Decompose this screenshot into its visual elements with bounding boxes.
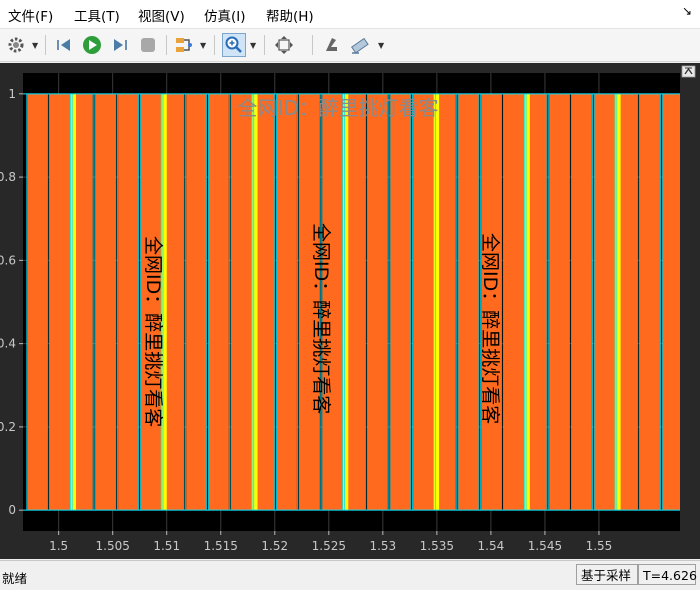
x-tick-label: 1.5 xyxy=(49,539,68,553)
status-ready: 就绪 xyxy=(2,571,28,586)
zoom-in-icon[interactable] xyxy=(222,33,246,57)
x-tick-label: 1.505 xyxy=(96,539,130,553)
step-forward-icon[interactable] xyxy=(108,33,132,57)
signal-select-icon[interactable] xyxy=(172,33,196,57)
toolbar-separator xyxy=(214,35,215,55)
x-tick-label: 1.53 xyxy=(369,539,396,553)
signal-bar xyxy=(118,93,139,511)
toolbar-separator xyxy=(312,35,313,55)
undock-arrow-icon[interactable]: ↘ xyxy=(682,4,692,18)
chevron-down-icon[interactable]: ▼ xyxy=(32,41,38,50)
toolbar-separator xyxy=(264,35,265,55)
highlight-icon[interactable] xyxy=(348,33,372,57)
y-tick-label: 0.6 xyxy=(0,253,16,267)
signal-bar xyxy=(640,93,660,511)
y-tick-label: 0.2 xyxy=(0,420,16,434)
signal-bar xyxy=(95,93,116,511)
y-tick-label: 0.4 xyxy=(0,337,16,351)
toolbar: ▼ ▼ ▼ ▼ xyxy=(0,29,700,62)
signal-bar xyxy=(231,93,252,511)
x-tick-label: 1.54 xyxy=(478,539,505,553)
x-tick-label: 1.535 xyxy=(420,539,454,553)
signal-bar xyxy=(186,93,207,511)
menu-file[interactable]: 文件(F) xyxy=(8,5,53,25)
y-tick-label: 0 xyxy=(8,503,16,517)
menu-view[interactable]: 视图(V) xyxy=(138,5,185,25)
sample-mode: 基于采样 xyxy=(576,564,638,585)
scope-plot[interactable]: 1.5 1.505 1.51 1.515 1.52 1.525 1.53 1.535 1.54 1… xyxy=(0,63,700,559)
menu-help[interactable]: 帮助(H) xyxy=(266,5,314,25)
watermark-text: 全网ID：醉里挑灯看客 xyxy=(142,236,164,427)
toolbar-separator xyxy=(166,35,167,55)
x-tick-label: 1.55 xyxy=(586,539,613,553)
signal-bar xyxy=(549,93,570,511)
gear-icon[interactable] xyxy=(4,33,28,57)
signal-bar xyxy=(523,93,530,511)
signal-bar xyxy=(458,93,479,511)
menu-tools[interactable]: 工具(T) xyxy=(74,5,120,25)
x-tick-label: 1.51 xyxy=(153,539,180,553)
watermark-text: 全网ID：醉里挑灯看客 xyxy=(310,223,332,414)
signal-bar xyxy=(614,93,621,511)
menu-simulation[interactable]: 仿真(I) xyxy=(204,5,246,25)
signal-bar xyxy=(571,93,592,511)
step-back-icon[interactable] xyxy=(52,33,76,57)
y-tick-label: 1 xyxy=(8,87,16,101)
signal-bar xyxy=(413,93,434,511)
chevron-down-icon[interactable]: ▼ xyxy=(378,41,384,50)
menu-bar: 文件(F) 工具(T) 视图(V) 仿真(I) 帮助(H) ↘ xyxy=(0,0,700,29)
watermark-text: 全网ID：醉里挑灯看客 xyxy=(479,233,501,424)
signal-bar xyxy=(27,93,48,511)
chevron-down-icon[interactable]: ▼ xyxy=(200,41,206,50)
signal-bar xyxy=(390,93,411,511)
fit-to-view-icon[interactable] xyxy=(272,33,296,57)
time-readout: T=4.626 xyxy=(638,564,697,585)
run-icon[interactable] xyxy=(80,33,104,57)
chevron-down-icon[interactable]: ▼ xyxy=(250,41,256,50)
stop-icon[interactable] xyxy=(136,33,160,57)
x-tick-label: 1.525 xyxy=(312,539,346,553)
toolbar-separator xyxy=(45,35,46,55)
signal-bar xyxy=(276,93,297,511)
signal-bar xyxy=(208,93,229,511)
x-tick-label: 1.515 xyxy=(204,539,238,553)
scope-display: 1.5 1.505 1.51 1.515 1.52 1.525 1.53 1.535 1.54 1… xyxy=(0,63,700,559)
restore-layout-icon[interactable] xyxy=(681,65,696,78)
signal-traces xyxy=(23,93,680,511)
signal-bar xyxy=(503,93,524,511)
y-tick-label: 0.8 xyxy=(0,170,16,184)
signal-bar xyxy=(662,93,680,511)
plot-title: 全网ID：醉里挑灯看客 xyxy=(237,96,438,120)
x-tick-label: 1.545 xyxy=(528,539,562,553)
signal-bar xyxy=(367,93,388,511)
x-tick-label: 1.52 xyxy=(261,539,288,553)
signal-bar xyxy=(50,93,70,511)
style-icon[interactable] xyxy=(320,33,344,57)
signal-bar xyxy=(594,93,615,511)
status-bar: 就绪 基于采样 T=4.626 xyxy=(0,560,700,590)
